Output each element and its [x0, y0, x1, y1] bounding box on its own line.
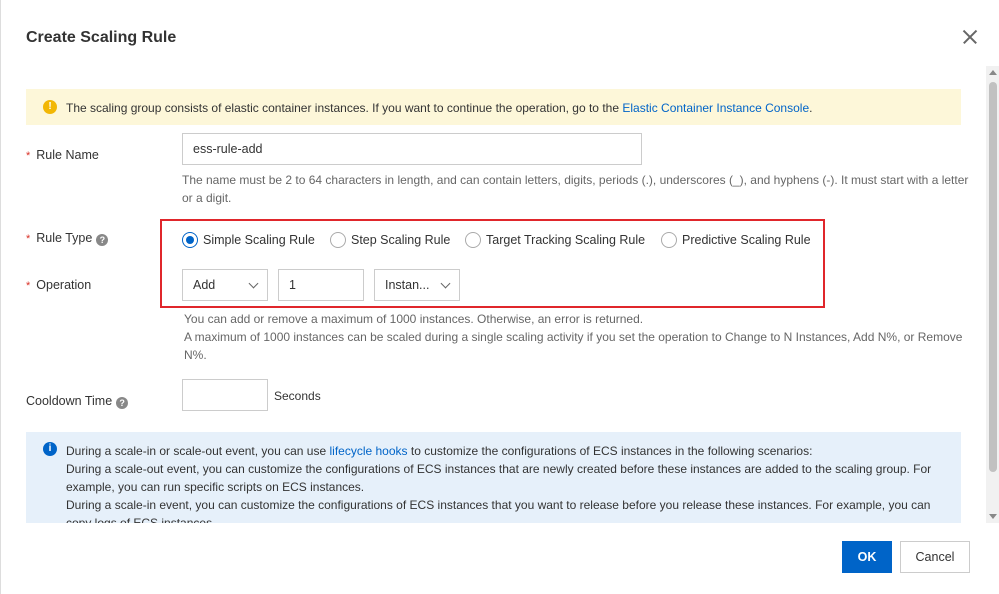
- radio-simple-scaling-rule[interactable]: Simple Scaling Rule: [182, 231, 315, 249]
- chevron-down-icon: [248, 278, 259, 289]
- rule-name-hint: The name must be 2 to 64 characters in l…: [182, 173, 969, 205]
- operation-action-select[interactable]: Add: [182, 269, 268, 301]
- info-text: During a scale-in or scale-out event, yo…: [66, 442, 951, 523]
- create-scaling-rule-dialog: Create Scaling Rule ! The scaling group …: [0, 0, 999, 594]
- rule-name-input[interactable]: [182, 133, 642, 165]
- radio-button[interactable]: [330, 232, 346, 248]
- radio-target-tracking-scaling-rule[interactable]: Target Tracking Scaling Rule: [465, 231, 645, 249]
- close-icon[interactable]: [959, 26, 981, 48]
- info-line-1: During a scale-in or scale-out event, yo…: [66, 444, 813, 458]
- scroll-up-icon[interactable]: [989, 70, 997, 75]
- radio-button[interactable]: [465, 232, 481, 248]
- cooldown-time-input[interactable]: [182, 379, 268, 411]
- chevron-down-icon: [440, 278, 451, 289]
- ok-button[interactable]: OK: [842, 541, 892, 573]
- radio-predictive-scaling-rule[interactable]: Predictive Scaling Rule: [661, 231, 811, 249]
- scrollbar-thumb[interactable]: [989, 82, 997, 472]
- required-mark: *: [26, 233, 31, 245]
- rule-name-label: * Rule Name: [26, 148, 99, 162]
- operation-hint-1: You can add or remove a maximum of 1000 …: [184, 312, 644, 326]
- help-icon[interactable]: ?: [96, 234, 109, 246]
- info-line-2: During a scale-out event, you can custom…: [66, 462, 932, 494]
- operation-amount-input[interactable]: [278, 269, 364, 301]
- help-icon[interactable]: ?: [116, 397, 129, 409]
- lifecycle-hooks-link[interactable]: lifecycle hooks: [329, 444, 407, 458]
- scrollbar[interactable]: [986, 66, 999, 523]
- cooldown-time-label: Cooldown Time?: [26, 394, 129, 409]
- operation-hint-2: A maximum of 1000 instances can be scale…: [184, 330, 963, 362]
- required-mark: *: [26, 150, 31, 162]
- scroll-down-icon[interactable]: [989, 514, 997, 519]
- required-mark: *: [26, 280, 31, 292]
- operation-unit-select[interactable]: Instan...: [374, 269, 460, 301]
- warning-text: The scaling group consists of elastic co…: [66, 101, 813, 115]
- info-icon: i: [43, 442, 57, 456]
- warning-banner: ! The scaling group consists of elastic …: [26, 89, 961, 125]
- radio-button-checked[interactable]: [182, 232, 198, 248]
- radio-button[interactable]: [661, 232, 677, 248]
- operation-label: * Operation: [26, 278, 92, 292]
- cancel-button[interactable]: Cancel: [900, 541, 970, 573]
- radio-step-scaling-rule[interactable]: Step Scaling Rule: [330, 231, 450, 249]
- cooldown-unit: Seconds: [274, 389, 321, 403]
- info-line-3: During a scale-in event, you can customi…: [66, 498, 931, 523]
- eci-console-link[interactable]: Elastic Container Instance Console: [622, 101, 809, 115]
- rule-type-label: * Rule Type?: [26, 231, 109, 246]
- dialog-title: Create Scaling Rule: [26, 29, 177, 46]
- warning-icon: !: [43, 100, 57, 114]
- info-banner: i During a scale-in or scale-out event, …: [26, 432, 961, 523]
